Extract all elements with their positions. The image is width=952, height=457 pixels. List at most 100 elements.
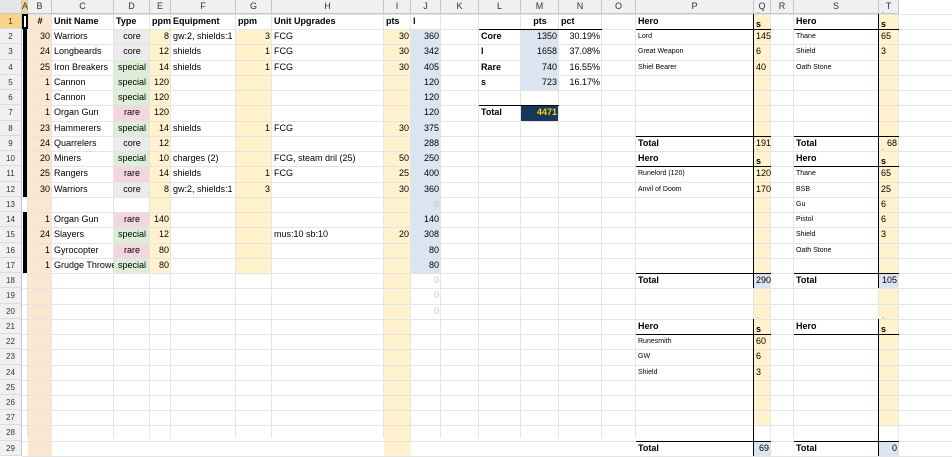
hero-total-label[interactable]: Total — [636, 441, 754, 456]
row-header-4[interactable]: 4 — [0, 59, 22, 75]
row-header-6[interactable]: 6 — [0, 90, 22, 106]
row-header-17[interactable]: 17 — [0, 257, 22, 274]
unit-count[interactable]: 20 — [28, 151, 52, 166]
unit-count[interactable]: 1 — [28, 75, 52, 90]
hero-item-value[interactable]: 3 — [879, 227, 899, 242]
unit-type[interactable] — [114, 273, 150, 288]
hero-box-title[interactable]: Hero — [794, 151, 879, 166]
unit-equipment-ppm[interactable] — [236, 243, 272, 258]
hero-item-value[interactable]: 170 — [754, 182, 771, 197]
unit-total[interactable]: 0 — [411, 273, 441, 288]
unit-type[interactable] — [114, 304, 150, 319]
unit-upgrades[interactable] — [272, 212, 384, 227]
unit-ppm[interactable]: 80 — [150, 258, 171, 273]
unit-equipment[interactable]: shields — [171, 44, 236, 59]
unit-total[interactable]: 0 — [411, 288, 441, 303]
unit-upgrades[interactable] — [272, 90, 384, 105]
summary-header-pct[interactable]: pct — [559, 14, 602, 29]
unit-upgrades[interactable]: FCG — [272, 121, 384, 136]
column-header-n[interactable]: N — [559, 0, 602, 14]
unit-total[interactable]: 308 — [411, 227, 441, 242]
summary-points[interactable]: 1350 — [521, 29, 559, 44]
unit-upgrade-pts[interactable]: 20 — [384, 227, 411, 242]
unit-ppm[interactable]: 120 — [150, 90, 171, 105]
hero-item-name[interactable]: Shield — [636, 365, 754, 380]
unit-upgrades[interactable] — [272, 304, 384, 319]
unit-type[interactable]: special — [114, 258, 150, 273]
unit-upgrade-pts[interactable] — [384, 197, 411, 212]
unit-equipment[interactable] — [171, 227, 236, 242]
hero-item-value[interactable]: 6 — [754, 349, 771, 364]
column-header-r[interactable]: R — [771, 0, 794, 14]
hero-total-label[interactable]: Total — [794, 273, 879, 288]
unit-equipment-ppm[interactable] — [236, 136, 272, 151]
unit-count[interactable]: 25 — [28, 166, 52, 181]
unit-ppm[interactable]: 120 — [150, 75, 171, 90]
summary-label[interactable]: Rare — [479, 60, 521, 75]
unit-type[interactable]: rare — [114, 212, 150, 227]
header-pts[interactable]: pts — [384, 14, 411, 29]
unit-type[interactable]: core — [114, 136, 150, 151]
unit-ppm[interactable]: 12 — [150, 44, 171, 59]
hero-item-value[interactable]: 65 — [879, 166, 899, 181]
unit-type[interactable] — [114, 288, 150, 303]
header-count[interactable]: # — [28, 14, 52, 29]
row-header-9[interactable]: 9 — [0, 135, 22, 152]
hero-item-value[interactable]: 120 — [754, 166, 771, 181]
unit-ppm[interactable]: 80 — [150, 243, 171, 258]
unit-type[interactable]: rare — [114, 166, 150, 181]
row-header-8[interactable]: 8 — [0, 120, 22, 136]
unit-equipment-ppm[interactable]: 3 — [236, 29, 272, 44]
row-header-23[interactable]: 23 — [0, 349, 22, 365]
hero-item-value[interactable]: 6 — [754, 44, 771, 59]
unit-total[interactable]: 140 — [411, 212, 441, 227]
unit-upgrades[interactable] — [272, 258, 384, 273]
unit-name[interactable]: Quarrelers — [52, 136, 114, 151]
column-header-d[interactable]: D — [114, 0, 150, 14]
hero-item-name[interactable]: Oath Stone — [794, 60, 879, 75]
hero-item-name[interactable]: Shield — [794, 227, 879, 242]
column-header-m[interactable]: M — [521, 0, 559, 14]
unit-count[interactable] — [28, 197, 52, 212]
hero-total-label[interactable]: Total — [794, 136, 879, 151]
hero-total-value[interactable]: 0 — [879, 441, 899, 456]
unit-total[interactable]: 360 — [411, 182, 441, 197]
unit-upgrades[interactable]: FCG — [272, 44, 384, 59]
unit-equipment[interactable] — [171, 273, 236, 288]
unit-name[interactable]: Organ Gun — [52, 105, 114, 120]
row-header-24[interactable]: 24 — [0, 364, 22, 380]
unit-upgrade-pts[interactable] — [384, 243, 411, 258]
column-header-f[interactable]: F — [171, 0, 236, 14]
hero-item-name[interactable]: BSB — [794, 182, 879, 197]
column-header-s[interactable]: S — [794, 0, 879, 14]
unit-type[interactable]: special — [114, 90, 150, 105]
unit-total[interactable]: 288 — [411, 136, 441, 151]
unit-count[interactable]: 1 — [28, 105, 52, 120]
summary-percent[interactable]: 16.55% — [559, 60, 602, 75]
unit-upgrades[interactable]: FCG — [272, 60, 384, 75]
unit-upgrade-pts[interactable]: 30 — [384, 44, 411, 59]
unit-count[interactable] — [28, 273, 52, 288]
hero-box-title[interactable]: Hero — [636, 14, 754, 29]
hero-item-value[interactable]: 60 — [754, 334, 771, 349]
unit-count[interactable]: 1 — [28, 90, 52, 105]
row-header-28[interactable]: 28 — [0, 425, 22, 441]
unit-name[interactable]: Miners — [52, 151, 114, 166]
header-total[interactable]: l — [411, 14, 441, 29]
unit-name[interactable]: Slayers — [52, 227, 114, 242]
unit-ppm[interactable]: 14 — [150, 121, 171, 136]
hero-total-label[interactable]: Total — [636, 273, 754, 288]
summary-percent[interactable]: 16.17% — [559, 75, 602, 90]
unit-name[interactable]: Cannon — [52, 90, 114, 105]
unit-count[interactable]: 30 — [28, 29, 52, 44]
hero-item-name[interactable]: GW — [636, 349, 754, 364]
unit-name[interactable]: Iron Breakers — [52, 60, 114, 75]
unit-name[interactable]: Rangers — [52, 166, 114, 181]
hero-total-value[interactable]: 290 — [754, 273, 771, 288]
hero-item-name[interactable]: Runelord (120) — [636, 166, 754, 181]
unit-equipment-ppm[interactable] — [236, 197, 272, 212]
unit-upgrade-pts[interactable]: 50 — [384, 151, 411, 166]
unit-equipment[interactable]: charges (2) — [171, 151, 236, 166]
row-header-15[interactable]: 15 — [0, 227, 22, 243]
hero-box-title[interactable]: Hero — [794, 319, 879, 334]
